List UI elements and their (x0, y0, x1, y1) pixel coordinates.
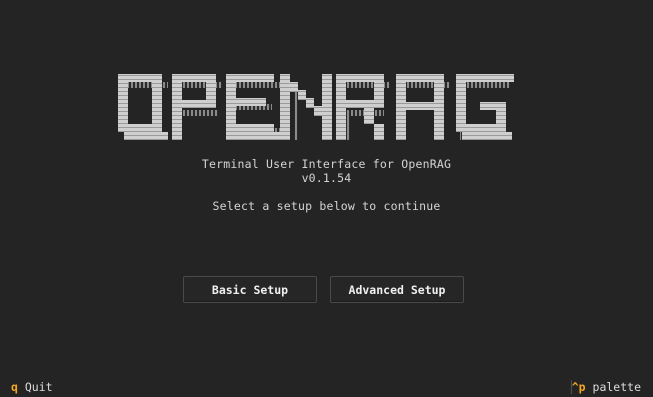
setup-prompt: Select a setup below to continue (212, 199, 441, 213)
footer-bar: q Quit ▕^p palette (0, 377, 653, 397)
logo-letters (118, 74, 514, 140)
quit-key: q (11, 380, 18, 394)
palette-key: ^p (571, 380, 586, 394)
openrag-ascii-logo (118, 74, 514, 140)
app-version: v0.1.54 (301, 171, 352, 185)
advanced-setup-button[interactable]: Advanced Setup (330, 276, 464, 303)
basic-setup-button[interactable]: Basic Setup (183, 276, 317, 303)
palette-binding[interactable]: ▕^p palette (565, 380, 641, 394)
palette-label: palette (592, 380, 641, 394)
terminal-screen: Terminal User Interface for OpenRAG v0.1… (0, 0, 653, 397)
quit-label: Quit (24, 380, 53, 394)
app-subtitle: Terminal User Interface for OpenRAG (201, 157, 452, 171)
basic-setup-label: Basic Setup (211, 282, 289, 297)
footer-separator: ▕ (564, 380, 572, 394)
advanced-setup-label: Advanced Setup (348, 282, 446, 297)
quit-binding[interactable]: q Quit (11, 380, 53, 394)
